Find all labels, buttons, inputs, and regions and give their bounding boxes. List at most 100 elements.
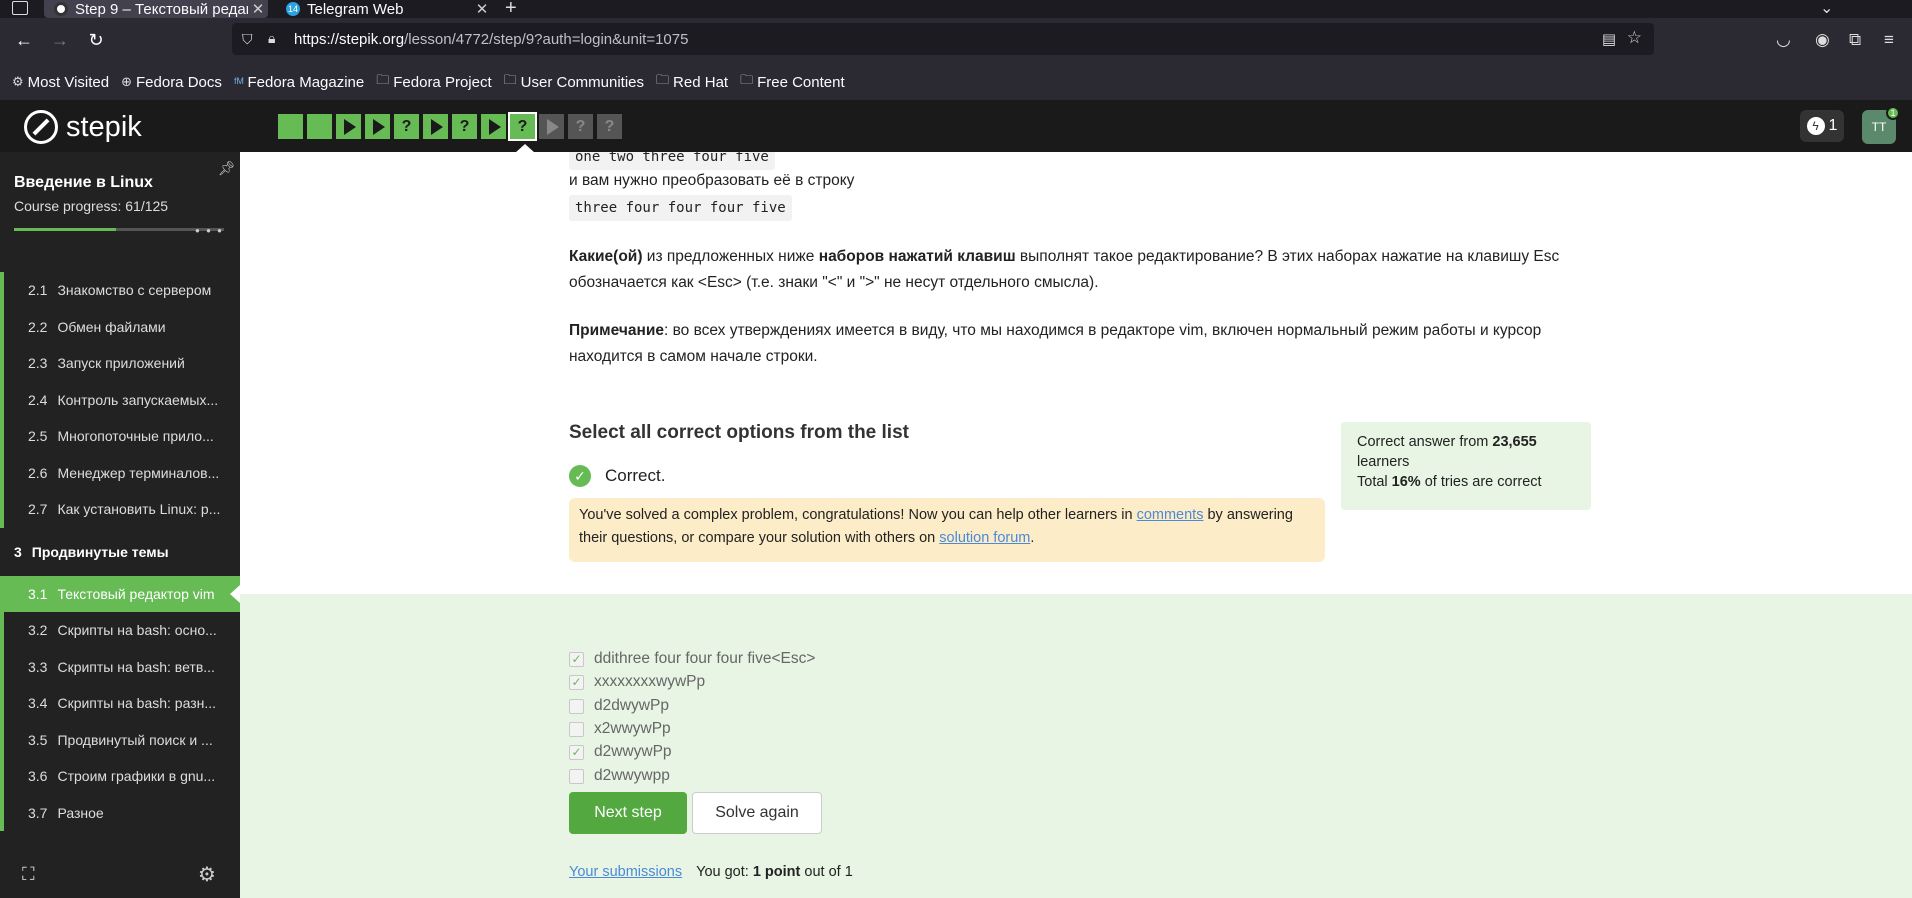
- option-2[interactable]: ✓ xxxxxxxxwywPp: [569, 673, 705, 691]
- quiz-title: Select all correct options from the list: [569, 422, 909, 443]
- checkbox[interactable]: [569, 768, 584, 784]
- step-1-square[interactable]: [278, 114, 303, 139]
- gear-icon[interactable]: ⚙: [198, 862, 216, 887]
- question-icon: ?: [604, 117, 615, 135]
- reader-view-icon[interactable]: ▤: [1602, 30, 1616, 48]
- sidebar-item-2-1[interactable]: 2.1 Знакомство с сервером: [0, 272, 240, 309]
- menu-icon[interactable]: ≡: [1884, 30, 1894, 50]
- learners-count: 23,655: [1492, 434, 1537, 450]
- step-5-quiz[interactable]: ?: [394, 114, 419, 139]
- your-submissions-link[interactable]: Your submissions: [569, 864, 682, 880]
- fullscreen-icon[interactable]: ⛶: [22, 864, 35, 885]
- sidebar-item-label: Разное: [57, 804, 104, 821]
- main-content: one two three four five и вам нужно прео…: [240, 152, 1912, 898]
- bookmark-fedora-project[interactable]: 🗀 Fedora Project: [376, 71, 491, 93]
- lock-icon[interactable]: 🔒︎: [268, 30, 275, 47]
- bookmark-free-content[interactable]: 🗀 Free Content: [740, 71, 845, 93]
- step-8-play[interactable]: [481, 114, 506, 139]
- text: out of 1: [800, 864, 853, 880]
- close-icon[interactable]: ✕: [472, 0, 492, 18]
- forward-icon[interactable]: →: [48, 30, 72, 51]
- option-4[interactable]: x2wwywPp: [569, 720, 671, 738]
- pocket-icon[interactable]: ◡: [1776, 30, 1791, 50]
- sidebar-item-3-7[interactable]: 3.7 Разное: [0, 794, 240, 831]
- option-label: ddithree four four four five<Esc>: [594, 650, 816, 667]
- bookmark-red-hat[interactable]: 🗀 Red Hat: [656, 71, 728, 93]
- step-6-play[interactable]: [423, 114, 448, 139]
- bookmark-star-icon[interactable]: ☆: [1627, 28, 1642, 48]
- stepik-logo[interactable]: stepik: [24, 110, 142, 144]
- sidebar-item-3-2[interactable]: 3.2 Скрипты на bash: осно...: [0, 612, 240, 649]
- checkbox[interactable]: ✓: [569, 651, 584, 667]
- sidebar-item-number: 2.4: [28, 391, 48, 408]
- bold-text: Примечание: [569, 322, 664, 339]
- checkbox[interactable]: ✓: [569, 674, 584, 690]
- sidebar-item-3-4[interactable]: 3.4 Скрипты на bash: разн...: [0, 685, 240, 722]
- pin-icon[interactable]: 📌︎: [218, 160, 236, 177]
- option-1[interactable]: ✓ ddithree four four four five<Esc>: [569, 650, 815, 668]
- sidebar-item-2-5[interactable]: 2.5 Многопоточные прило...: [0, 418, 240, 455]
- option-3[interactable]: d2dwywPp: [569, 697, 669, 715]
- avatar[interactable]: TT 1: [1862, 106, 1900, 144]
- code-line-2: three four four four five: [569, 195, 1591, 221]
- reload-icon[interactable]: ↻: [84, 30, 108, 51]
- sidebar-item-2-7[interactable]: 2.7 Как установить Linux: р...: [0, 491, 240, 528]
- question-icon: ?: [401, 117, 412, 135]
- step-2-square[interactable]: [307, 114, 332, 139]
- quiz-status: ✓ Correct.: [569, 465, 665, 487]
- bookmark-user-communities[interactable]: 🗀 User Communities: [504, 71, 644, 93]
- close-icon[interactable]: ✕: [248, 0, 268, 18]
- stats-learners: Correct answer from 23,655 learners: [1357, 432, 1575, 472]
- back-icon[interactable]: ←: [12, 30, 36, 51]
- folder-icon: 🗀: [740, 72, 754, 87]
- tab-stepik[interactable]: Step 9 – Текстовый редак ✕: [44, 0, 268, 18]
- sidebar-item-3-3[interactable]: 3.3 Скрипты на bash: ветв...: [0, 648, 240, 685]
- sidebar-item-2-4[interactable]: 2.4 Контроль запускаемых...: [0, 381, 240, 418]
- sidebar-item-label: Знакомство с сервером: [57, 282, 212, 299]
- question-icon: ?: [459, 117, 470, 135]
- bookmark-fedora-magazine[interactable]: ᶠᴹ Fedora Magazine: [234, 74, 364, 91]
- url-bar[interactable]: ⛉ 🔒︎ https://stepik.org/lesson/4772/step…: [232, 23, 1654, 55]
- new-tab-icon[interactable]: +: [505, 0, 517, 20]
- checkbox[interactable]: [569, 721, 584, 737]
- option-5[interactable]: ✓ d2wwywPp: [569, 743, 672, 761]
- sidebar-item-3-5[interactable]: 3.5 Продвинутый поиск и ...: [0, 721, 240, 758]
- step-3-play[interactable]: [336, 114, 361, 139]
- next-step-button[interactable]: Next step: [569, 792, 687, 834]
- text: Total: [1357, 474, 1392, 490]
- score-value: 1 point: [752, 864, 801, 880]
- energy-indicator[interactable]: ϟ 1: [1800, 110, 1844, 142]
- option-6[interactable]: d2wwywpp: [569, 767, 670, 785]
- sidebar-item-2-3[interactable]: 2.3 Запуск приложений: [0, 345, 240, 382]
- bookmark-fedora-docs[interactable]: ⊕ Fedora Docs: [121, 74, 222, 91]
- step-10-play[interactable]: [539, 114, 564, 139]
- url-text[interactable]: https://stepik.org/lesson/4772/step/9?au…: [294, 31, 688, 48]
- sidebar-item-2-6[interactable]: 2.6 Менеджер терминалов...: [0, 454, 240, 491]
- tab-list-icon[interactable]: [12, 1, 28, 15]
- step-12-quiz[interactable]: ?: [597, 114, 622, 139]
- solve-again-button[interactable]: Solve again: [692, 792, 822, 834]
- extensions-icon[interactable]: ⧉: [1849, 30, 1861, 50]
- course-title[interactable]: Введение в Linux: [14, 174, 153, 192]
- solution-forum-link[interactable]: solution forum: [939, 530, 1030, 546]
- tab-telegram[interactable]: 14 Telegram Web ✕: [276, 0, 492, 18]
- sidebar-item-3[interactable]: 3 Продвинутые темы: [0, 528, 240, 576]
- sidebar-item-label: Строим графики в gnu...: [57, 768, 216, 785]
- step-9-quiz[interactable]: ?: [508, 112, 537, 141]
- checkbox[interactable]: ✓: [569, 744, 584, 760]
- lesson-list: 2.1 Знакомство с сервером 2.2 Обмен файлами…: [0, 272, 240, 831]
- lesson-steps-nav: ?????: [278, 112, 626, 141]
- chevron-down-icon[interactable]: ⌄: [1820, 0, 1833, 18]
- checkbox[interactable]: [569, 698, 584, 714]
- text: Correct answer from: [1357, 434, 1493, 450]
- account-icon[interactable]: ◉: [1815, 30, 1830, 50]
- sidebar-item-3-6[interactable]: 3.6 Строим графики в gnu...: [0, 758, 240, 795]
- sidebar-item-2-2[interactable]: 2.2 Обмен файлами: [0, 308, 240, 345]
- shield-icon[interactable]: ⛉: [242, 31, 253, 48]
- bookmark-most-visited[interactable]: ⚙ Most Visited: [12, 74, 109, 91]
- comments-link[interactable]: comments: [1137, 507, 1204, 523]
- step-7-quiz[interactable]: ?: [452, 114, 477, 139]
- sidebar-item-3-1[interactable]: 3.1 Текстовый редактор vim: [0, 575, 240, 612]
- step-4-play[interactable]: [365, 114, 390, 139]
- step-11-quiz[interactable]: ?: [568, 114, 593, 139]
